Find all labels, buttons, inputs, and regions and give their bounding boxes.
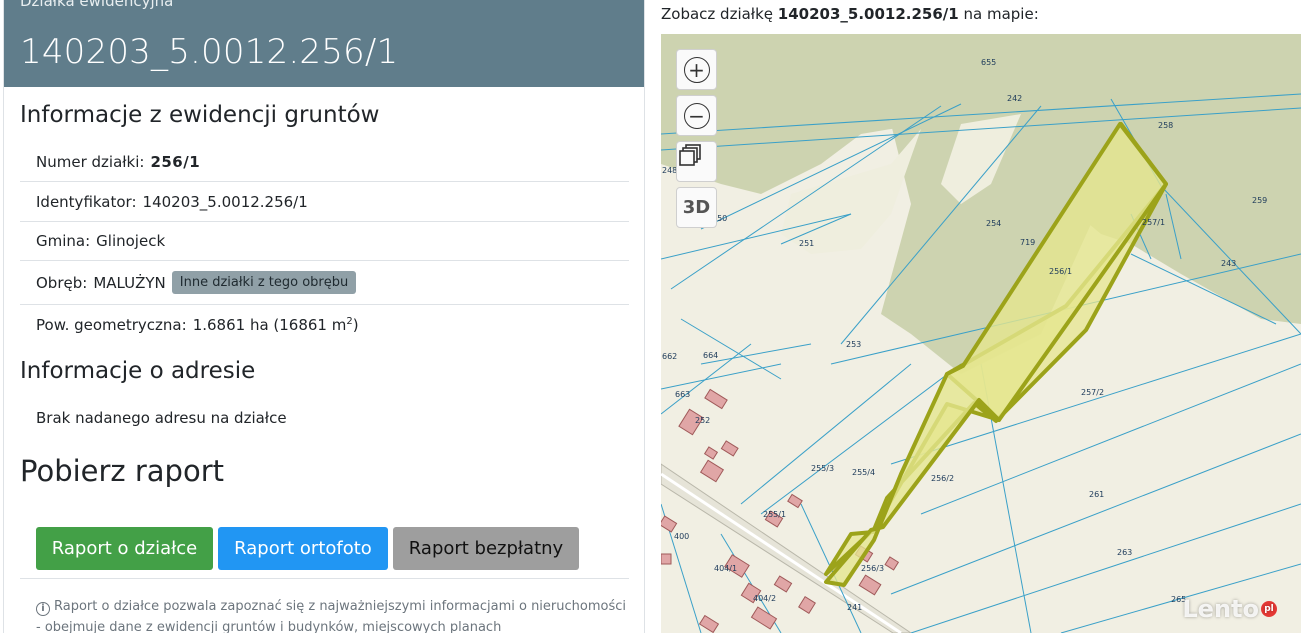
report-free-button[interactable]: Raport bezpłatny <box>393 527 579 570</box>
zoom-in-icon: + <box>683 56 710 83</box>
parcel-label: 252 <box>695 416 711 425</box>
report-info-text: Raport o działce pozwala zapoznać się z … <box>36 599 626 633</box>
map-caption-suffix: na mapie: <box>963 5 1039 23</box>
parcel-label: 258 <box>1158 121 1174 130</box>
zoom-out-button[interactable]: − <box>676 95 717 136</box>
parcel-label: 255/1 <box>763 510 787 519</box>
pow-value: 1.6861 ha (16861 m <box>192 316 347 334</box>
map-caption-prefix: Zobacz działkę <box>661 5 773 23</box>
info-icon: i <box>36 602 50 616</box>
parcel-label: 404/2 <box>753 594 777 603</box>
parcel-label: 242 <box>1007 94 1023 103</box>
parcel-label: 257/1 <box>1142 218 1166 227</box>
parcel-label: 248 <box>662 166 678 175</box>
section-title-adres: Informacje o adresie <box>20 358 256 384</box>
obreb-label: Obręb: <box>36 273 88 292</box>
section-title-raport: Pobierz raport <box>20 454 225 488</box>
pow-close: ) <box>352 316 359 334</box>
parcel-label: 257/2 <box>1081 388 1105 397</box>
numer-label: Numer działki: <box>36 152 145 171</box>
parcel-label: 655 <box>981 58 997 67</box>
parcel-map[interactable]: 655 242 258 248 259 254 719 257/1 250 251 243 256/1… <box>661 34 1301 633</box>
identyfikator-label: Identyfikator: <box>36 192 137 211</box>
watermark-pl: pl <box>1261 601 1277 617</box>
row-identyfikator: Identyfikator: 140203_5.0012.256/1 <box>20 182 629 222</box>
adres-text: Brak nadanego adresu na działce <box>36 409 287 427</box>
obreb-value: MALUŻYN <box>93 273 166 292</box>
parcel-label: 400 <box>674 532 690 541</box>
parcel-label: 256/2 <box>931 474 955 483</box>
3d-label: 3D <box>682 197 711 218</box>
report-info: i Raport o działce pozwala zapoznać się z… <box>36 596 626 633</box>
zoom-out-icon: − <box>683 102 710 129</box>
watermark-text: Lento <box>1182 595 1259 623</box>
gmina-label: Gmina: <box>36 231 91 250</box>
map-caption-id: 140203_5.0012.256/1 <box>777 5 959 23</box>
parcel-title: 140203_5.0012.256/1 <box>20 32 399 72</box>
row-numer: Numer działki: 256/1 <box>20 142 629 182</box>
row-obreb: Obręb: MALUŻYN Inne działki z tego obręb… <box>20 261 629 305</box>
parcel-label: 251 <box>799 239 815 248</box>
pow-label: Pow. geometryczna: <box>36 316 187 334</box>
parcel-label: 256/1 <box>1049 267 1073 276</box>
row-powierzchnia: Pow. geometryczna: 1.6861 ha (16861 m2) <box>20 305 629 345</box>
parcel-label: 719 <box>1020 238 1036 247</box>
zoom-in-button[interactable]: + <box>676 49 717 90</box>
parcel-label: 261 <box>1089 490 1105 499</box>
report-parcel-button[interactable]: Raport o działce <box>36 527 213 570</box>
parcel-label: 243 <box>1221 259 1237 268</box>
parcel-label: 404/1 <box>714 564 738 573</box>
parcel-label: 253 <box>846 340 862 349</box>
parcel-label: 255/3 <box>811 464 835 473</box>
gmina-value: Glinojeck <box>96 231 166 250</box>
parcel-header: Działka ewidencyjna 140203_5.0012.256/1 <box>4 0 644 87</box>
3d-view-button[interactable]: 3D <box>676 187 717 228</box>
other-parcels-button[interactable]: Inne działki z tego obrębu <box>171 271 357 294</box>
parcel-label: 263 <box>1117 548 1133 557</box>
layers-icon <box>679 144 701 166</box>
parcel-label: 255/4 <box>852 468 876 477</box>
parcel-label: 256/3 <box>861 564 885 573</box>
parcel-label: 663 <box>675 390 691 399</box>
parcel-label: 241 <box>847 603 863 612</box>
layers-button[interactable] <box>676 141 717 182</box>
header-subtitle: Działka ewidencyjna <box>20 0 174 10</box>
map-canvas[interactable] <box>661 34 1301 633</box>
identyfikator-value: 140203_5.0012.256/1 <box>142 192 308 211</box>
report-orthophoto-button[interactable]: Raport ortofoto <box>218 527 388 570</box>
row-gmina: Gmina: Glinojeck <box>20 221 629 261</box>
numer-value: 256/1 <box>150 152 201 171</box>
parcel-label: 259 <box>1252 196 1268 205</box>
page: Działka ewidencyjna 140203_5.0012.256/1 … <box>0 0 1301 633</box>
parcel-label: 254 <box>986 219 1002 228</box>
divider <box>20 578 629 579</box>
road <box>661 463 912 633</box>
section-title-ewidencja: Informacje z ewidencji gruntów <box>20 102 380 128</box>
map-caption: Zobacz działkę 140203_5.0012.256/1 na ma… <box>661 5 1039 23</box>
parcel-info-panel: Działka ewidencyjna 140203_5.0012.256/1 … <box>0 0 648 633</box>
parcel-label: 662 <box>662 352 678 361</box>
parcel-label: 664 <box>703 351 719 360</box>
lento-watermark: Lento pl <box>1182 595 1277 623</box>
